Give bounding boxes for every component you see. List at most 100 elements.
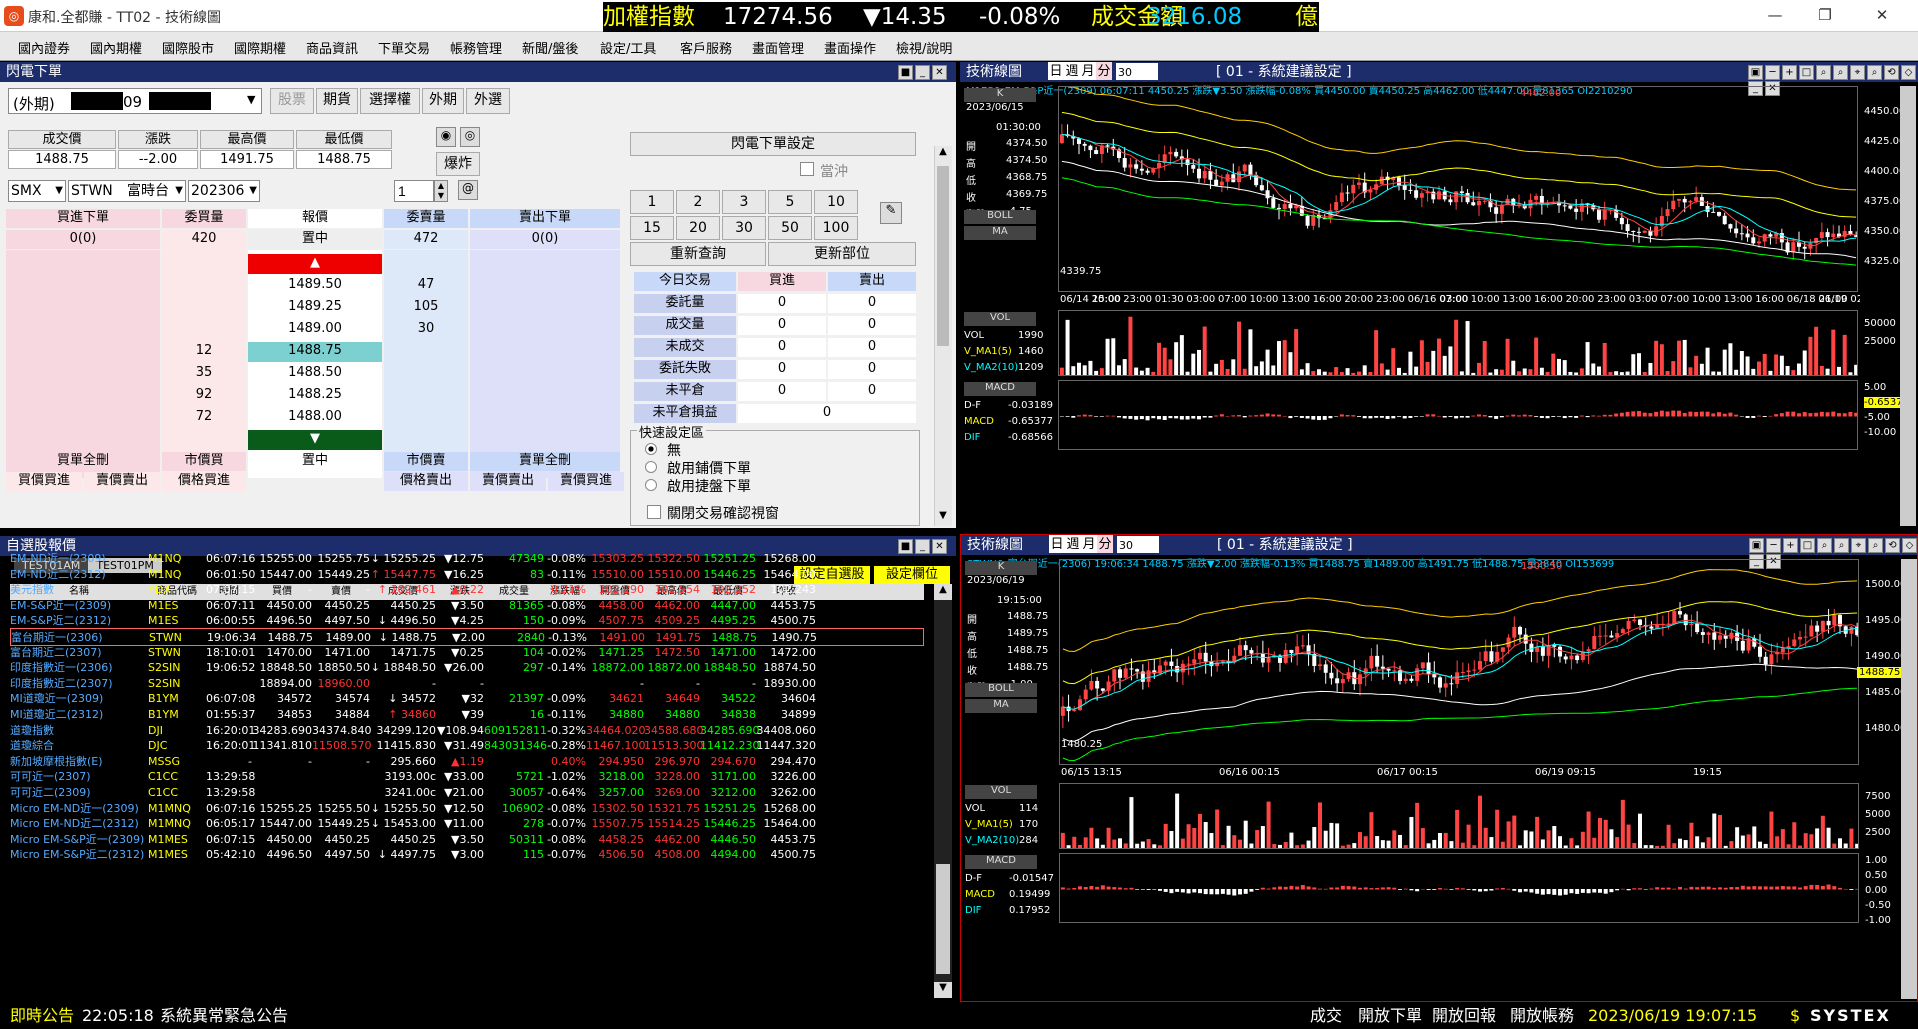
confirm-checkbox[interactable]	[647, 505, 661, 519]
indicator-label[interactable]: BOLL	[965, 683, 1037, 697]
month-select[interactable]: 202306 ▼	[188, 180, 260, 202]
explode-button[interactable]: 爆炸	[436, 152, 480, 176]
candlestick-chart[interactable]	[1059, 559, 1859, 765]
indicator-label[interactable]: BOLL	[964, 210, 1036, 224]
eye-icon[interactable]: ◎	[460, 127, 480, 147]
macd-chart[interactable]	[1058, 380, 1858, 450]
menu-item[interactable]: 畫面管理	[752, 38, 804, 57]
toolbar-icon[interactable]: ⌖	[1850, 65, 1865, 80]
exchange-select[interactable]: SMX ▼	[8, 180, 66, 202]
product-type-button[interactable]: 股票	[270, 88, 314, 114]
quick-qty-button[interactable]: 10	[814, 190, 858, 214]
ladder-action[interactable]: 市價買	[162, 452, 246, 471]
ladder-action[interactable]: 賣單全刪	[470, 452, 620, 471]
toolbar-icon[interactable]: ⌕	[1817, 538, 1832, 553]
menu-item[interactable]: 設定/工具	[600, 38, 656, 57]
scroll-up-icon[interactable]: ▲	[935, 146, 951, 162]
menu-item[interactable]: 國內證券	[18, 38, 70, 57]
ladder-price[interactable]: 1489.25	[248, 298, 382, 317]
toolbar-icon[interactable]: ─	[1765, 65, 1780, 80]
product-type-button[interactable]: 期貨	[316, 88, 358, 114]
close-icon[interactable]: ✕	[1872, 5, 1892, 25]
period-button[interactable]: 日	[1048, 62, 1064, 80]
toolbar-icon[interactable]: ─	[1766, 538, 1781, 553]
menu-item[interactable]: 下單交易	[378, 38, 430, 57]
candlestick-chart[interactable]	[1058, 86, 1858, 292]
ladder-action[interactable]: 置中	[248, 452, 382, 471]
period-button[interactable]: 月	[1080, 62, 1096, 80]
scroll-down-icon[interactable]: ▼	[935, 510, 951, 526]
ladder-price[interactable]: 1489.00	[248, 320, 382, 339]
down-arrow-icon[interactable]: ▼	[248, 430, 382, 450]
quantity-stepper[interactable]: ▲ ▼	[434, 180, 448, 202]
quick-qty-button[interactable]: 5	[768, 190, 812, 214]
menu-item[interactable]: 客戶服務	[680, 38, 732, 57]
toolbar-icon[interactable]: □	[1800, 538, 1815, 553]
settings-icon[interactable]: @	[458, 180, 478, 200]
quick-qty-button[interactable]: 100	[814, 216, 858, 240]
close-icon[interactable]: ✕	[932, 539, 947, 554]
quick-qty-button[interactable]: 20	[676, 216, 720, 240]
menu-item[interactable]: 檢視/說明	[896, 38, 952, 57]
quick-qty-button[interactable]: 50	[768, 216, 812, 240]
toolbar-icon[interactable]: ◇	[1901, 65, 1916, 80]
period-button[interactable]: 月	[1081, 535, 1097, 553]
scrollbar[interactable]	[1900, 86, 1916, 526]
ladder-action[interactable]: 市價賣	[384, 452, 468, 471]
toolbar-icon[interactable]: ⌕	[1834, 538, 1849, 553]
minimize-icon[interactable]: —	[1765, 5, 1785, 25]
period-button[interactable]: 週	[1064, 62, 1080, 80]
product-type-button[interactable]: 選擇權	[360, 88, 420, 114]
edit-icon[interactable]: ✎	[880, 202, 902, 224]
menu-item[interactable]: 國際股市	[162, 38, 214, 57]
scroll-thumb[interactable]	[936, 864, 950, 974]
menu-item[interactable]: 帳務管理	[450, 38, 502, 57]
toolbar-icon[interactable]: ⌕	[1868, 538, 1883, 553]
account-select[interactable]: (外期) 09 ▼	[8, 88, 262, 114]
quantity-input[interactable]	[394, 180, 434, 202]
toolbar-icon[interactable]: +	[1783, 538, 1798, 553]
lock-icon[interactable]: ◉	[436, 127, 456, 147]
radio[interactable]	[645, 461, 657, 473]
toolbar-icon[interactable]: ⌕	[1867, 65, 1882, 80]
period-button[interactable]: 日	[1049, 535, 1065, 553]
quick-qty-button[interactable]: 3	[722, 190, 766, 214]
ladder-action[interactable]: 買單全刪	[6, 452, 160, 471]
indicator-label[interactable]: MA	[965, 699, 1037, 713]
table-row[interactable]: Micro EM-S&P近二(2312) M1MES 05:42:10 4496.50…	[10, 846, 924, 864]
menu-item[interactable]: 國際期權	[234, 38, 286, 57]
scroll-up-icon[interactable]: ▲	[934, 584, 952, 600]
ladder-action[interactable]: 價格買進	[162, 472, 246, 491]
symbol-select[interactable]: STWN 富時台 ▼	[68, 180, 186, 202]
ladder-price[interactable]: 1489.50	[248, 276, 382, 295]
toolbar-icon[interactable]: ⟲	[1885, 538, 1900, 553]
flash-settings-button[interactable]: 閃電下單設定	[630, 132, 916, 156]
toolbar-icon[interactable]: ◇	[1902, 538, 1917, 553]
ladder-action[interactable]: 賣價賣出	[84, 472, 160, 491]
toolbar-icon[interactable]: ⟲	[1884, 65, 1899, 80]
ladder-price[interactable]: 1488.00	[248, 408, 382, 427]
announce-msg[interactable]: 系統異常緊急公告	[160, 1003, 288, 1029]
scroll-thumb[interactable]	[937, 166, 949, 346]
period-n-select[interactable]: 30	[1116, 63, 1158, 80]
ladder-action[interactable]: 賣價賣出	[470, 472, 546, 491]
indicator-label[interactable]: K	[964, 88, 1036, 102]
requery-button[interactable]: 重新查詢	[630, 242, 766, 266]
day-trade-checkbox[interactable]	[800, 162, 814, 176]
refresh-position-button[interactable]: 更新部位	[768, 242, 916, 266]
toolbar-icon[interactable]: □	[1799, 65, 1814, 80]
menu-item[interactable]: 商品資訊	[306, 38, 358, 57]
indicator-label[interactable]: K	[965, 561, 1037, 575]
scrollbar[interactable]	[1901, 559, 1917, 999]
quick-qty-button[interactable]: 1	[630, 190, 674, 214]
toolbar-icon[interactable]: ⌕	[1816, 65, 1831, 80]
menu-item[interactable]: 畫面操作	[824, 38, 876, 57]
toolbar-icon[interactable]: ⌖	[1851, 538, 1866, 553]
period-button[interactable]: 分	[1097, 535, 1113, 553]
radio[interactable]	[645, 443, 657, 455]
ladder-cell[interactable]: 置中	[248, 230, 382, 249]
quick-qty-button[interactable]: 2	[676, 190, 720, 214]
macd-chart[interactable]	[1059, 853, 1859, 923]
scroll-down-icon[interactable]: ▼	[934, 982, 952, 998]
toolbar-icon[interactable]: ⌕	[1833, 65, 1848, 80]
